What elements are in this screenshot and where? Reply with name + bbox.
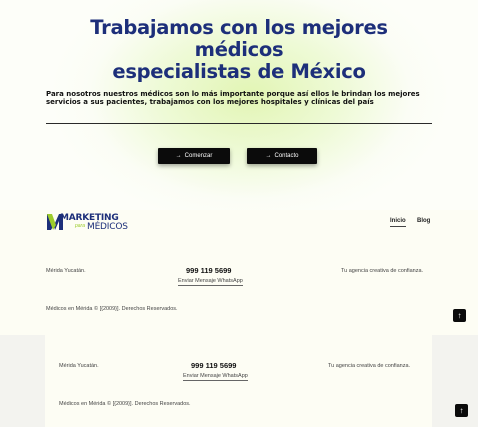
hero-title-line-1: Trabajamos con los mejores: [90, 16, 388, 39]
hero-title: Trabajamos con los mejores médicos espec…: [0, 17, 478, 83]
footer-copyright: Médicos en Mérida © [{2009}]. Derechos R…: [59, 401, 191, 407]
hero-description: Para nosotros nuestros médicos son lo má…: [46, 90, 420, 106]
contact-button-label: Contacto: [274, 153, 299, 159]
arrow-up-icon: ↑: [459, 406, 464, 415]
footer-city: Mérida Yucatán.: [59, 363, 99, 369]
footer-tagline: Tu agencia creativa de confianza.: [341, 268, 424, 274]
nav-item-blog[interactable]: Blog: [417, 218, 430, 224]
contact-button[interactable]: → Contacto: [247, 148, 317, 164]
footer-phone[interactable]: 999 119 5699: [186, 266, 231, 275]
site-logo[interactable]: MARKETING para MÉDICOS: [47, 213, 137, 235]
whatsapp-link[interactable]: Enviar Mensaje WhatsApp: [183, 373, 248, 381]
arrow-right-icon: →: [265, 153, 272, 159]
hero-title-line-2: médicos: [194, 38, 284, 61]
footer-tagline: Tu agencia creativa de confianza.: [328, 363, 411, 369]
hero-title-line-3: especialistas de México: [112, 60, 366, 83]
arrow-right-icon: →: [175, 153, 182, 159]
scroll-to-top-button[interactable]: ↑: [455, 404, 468, 417]
arrow-up-icon: ↑: [457, 311, 462, 320]
footer-copyright: Médicos en Mérida © [{2009}]. Derechos R…: [46, 306, 178, 312]
scroll-to-top-button[interactable]: ↑: [453, 309, 466, 322]
logo-text-para: para: [75, 223, 86, 229]
logo-text-bottom: MÉDICOS: [87, 222, 128, 232]
nav-item-inicio[interactable]: Inicio: [390, 218, 406, 227]
start-button-label: Comenzar: [184, 153, 213, 159]
hero-divider: [46, 123, 432, 124]
footer-city: Mérida Yucatán.: [46, 268, 86, 274]
footer-phone[interactable]: 999 119 5699: [191, 361, 236, 370]
site-footer-secondary: [45, 335, 432, 427]
whatsapp-link[interactable]: Enviar Mensaje WhatsApp: [178, 278, 243, 286]
start-button[interactable]: → Comenzar: [158, 148, 230, 164]
